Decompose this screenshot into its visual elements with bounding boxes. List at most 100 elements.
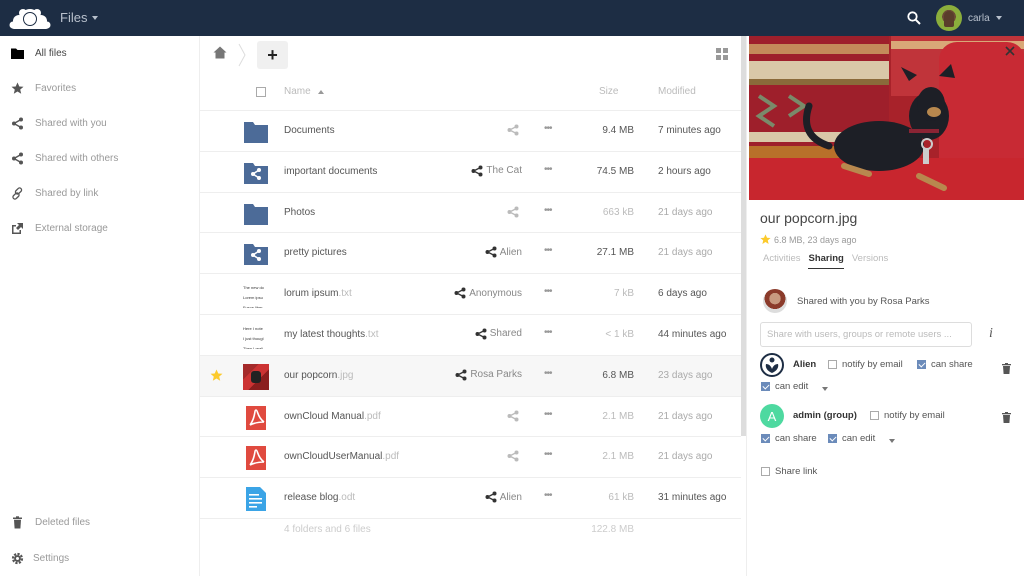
user-menu[interactable]: carla: [936, 5, 1002, 31]
favorite-star-icon[interactable]: [760, 234, 771, 245]
close-icon[interactable]: [1005, 46, 1015, 56]
app-menu[interactable]: Files: [60, 10, 99, 25]
file-name[interactable]: lorum ipsum.txt: [284, 288, 352, 299]
owncloud-logo[interactable]: [9, 7, 51, 29]
can-edit-checkbox[interactable]: can edit: [828, 433, 875, 444]
file-row[interactable]: ownCloud Manual.pdf ••• 2.1 MB 21 days ago: [200, 397, 741, 438]
file-row[interactable]: important documents The Cat ••• 74.5 MB 2 ho…: [200, 152, 741, 193]
file-name[interactable]: my latest thoughts.txt: [284, 329, 379, 340]
file-extension: .odt: [338, 492, 356, 504]
top-header: Files carla: [0, 0, 1024, 36]
gear-icon: [11, 552, 24, 565]
sidebar-item-settings[interactable]: Settings: [0, 541, 199, 576]
file-name[interactable]: pretty pictures: [284, 247, 347, 258]
checkbox[interactable]: [761, 434, 770, 443]
file-row[interactable]: The new do Lorem ipsu Fusce liber lorum ips…: [200, 274, 741, 315]
trash-icon[interactable]: [1002, 363, 1011, 374]
file-name[interactable]: Photos: [284, 207, 315, 218]
more-actions-icon[interactable]: •••: [544, 286, 552, 297]
file-row[interactable]: Photos ••• 663 kB 21 days ago: [200, 193, 741, 234]
info-icon[interactable]: i: [989, 326, 993, 342]
file-modified: 44 minutes ago: [658, 328, 727, 340]
checkbox[interactable]: [917, 360, 926, 369]
notify-by-email-checkbox[interactable]: notify by email: [870, 410, 945, 421]
sort-ascending-icon: [317, 89, 324, 94]
sidebar-item-favorites[interactable]: Favorites: [0, 71, 199, 106]
sidebar-item-shared-by-link[interactable]: Shared by link: [0, 176, 199, 211]
share-action[interactable]: Alien: [485, 491, 522, 503]
sidebar-item-shared-with-others[interactable]: Shared with others: [0, 141, 199, 176]
can-share-checkbox[interactable]: can share: [761, 433, 817, 444]
trash-icon: [13, 516, 22, 529]
file-size: 74.5 MB: [596, 165, 634, 177]
file-name[interactable]: ownCloudUserManual.pdf: [284, 451, 399, 462]
user-avatar: [936, 5, 962, 31]
file-name[interactable]: Documents: [284, 125, 335, 136]
search-icon[interactable]: [906, 10, 922, 26]
shared-folder-icon: [244, 162, 268, 184]
share-action[interactable]: Shared: [475, 328, 522, 340]
permissions-dropdown[interactable]: [822, 383, 828, 394]
file-size: 2.1 MB: [602, 451, 634, 463]
more-actions-icon[interactable]: •••: [544, 123, 552, 134]
file-row[interactable]: ownCloudUserManual.pdf ••• 2.1 MB 21 days a…: [200, 437, 741, 479]
column-header-modified[interactable]: Modified: [658, 86, 696, 97]
share-action[interactable]: [507, 124, 522, 136]
notify-by-email-checkbox[interactable]: notify by email: [828, 359, 903, 370]
select-all-checkbox[interactable]: [256, 87, 266, 97]
checkbox[interactable]: [761, 467, 770, 476]
checkbox[interactable]: [870, 411, 879, 420]
share-action[interactable]: [507, 206, 522, 218]
share-with-input[interactable]: [760, 322, 972, 347]
share-action[interactable]: The Cat: [471, 165, 522, 177]
can-edit-checkbox[interactable]: can edit: [761, 381, 808, 392]
more-actions-icon[interactable]: •••: [544, 409, 552, 420]
sidebar-item-deleted-files[interactable]: Deleted files: [0, 505, 199, 540]
file-size: 663 kB: [602, 206, 634, 218]
more-actions-icon[interactable]: •••: [544, 490, 552, 501]
sidebar-item-external-storage[interactable]: External storage: [0, 211, 199, 246]
more-actions-icon[interactable]: •••: [544, 327, 552, 338]
summary-count: 4 folders and 6 files: [284, 524, 371, 535]
more-actions-icon[interactable]: •••: [544, 164, 552, 175]
file-size: 9.4 MB: [602, 125, 634, 136]
trash-icon[interactable]: [1002, 412, 1011, 423]
file-row[interactable]: Here I note I just thougl Then I reali my l…: [200, 315, 741, 356]
checkbox[interactable]: [828, 434, 837, 443]
share-action[interactable]: Alien: [485, 246, 522, 258]
share-action[interactable]: Anonymous: [454, 287, 522, 299]
column-header-name[interactable]: Name: [284, 86, 324, 97]
grid-view-icon[interactable]: [716, 48, 728, 60]
file-name[interactable]: release blog.odt: [284, 492, 355, 503]
checkbox[interactable]: [761, 382, 770, 391]
share-link-checkbox[interactable]: Share link: [761, 466, 817, 477]
file-row[interactable]: Documents ••• 9.4 MB 7 minutes ago: [200, 111, 741, 152]
sharee-name: Alien: [793, 359, 817, 370]
sidebar-item-all-files[interactable]: All files: [0, 36, 199, 71]
more-actions-icon[interactable]: •••: [544, 449, 552, 460]
new-file-button[interactable]: +: [257, 41, 288, 69]
permissions-dropdown[interactable]: [889, 435, 895, 446]
more-actions-icon[interactable]: •••: [544, 368, 552, 379]
share-action[interactable]: [507, 450, 522, 462]
share-action[interactable]: [507, 410, 522, 422]
tab-versions[interactable]: Versions: [852, 253, 888, 269]
sidebar-item-shared-with-you[interactable]: Shared with you: [0, 106, 199, 141]
tab-sharing[interactable]: Sharing: [808, 253, 844, 269]
tab-activities[interactable]: Activities: [763, 253, 800, 269]
file-name[interactable]: ownCloud Manual.pdf: [284, 411, 381, 422]
file-row[interactable]: our popcorn.jpg Rosa Parks ••• 6.8 MB 23 day…: [200, 355, 741, 397]
checkbox[interactable]: [828, 360, 837, 369]
can-share-checkbox[interactable]: can share: [917, 359, 973, 370]
share-action[interactable]: Rosa Parks: [455, 369, 522, 381]
favorite-star-icon[interactable]: [210, 369, 223, 382]
file-name[interactable]: important documents: [284, 166, 377, 177]
home-icon[interactable]: [213, 46, 227, 59]
file-row[interactable]: pretty pictures Alien ••• 27.1 MB 21 days ag…: [200, 233, 741, 275]
more-actions-icon[interactable]: •••: [544, 205, 552, 216]
sidebar-item-label: Settings: [33, 553, 70, 564]
more-actions-icon[interactable]: •••: [544, 245, 552, 256]
file-row[interactable]: release blog.odt Alien ••• 61 kB 31 minutes …: [200, 478, 741, 519]
file-name[interactable]: our popcorn.jpg: [284, 370, 354, 381]
column-header-size[interactable]: Size: [599, 86, 618, 97]
